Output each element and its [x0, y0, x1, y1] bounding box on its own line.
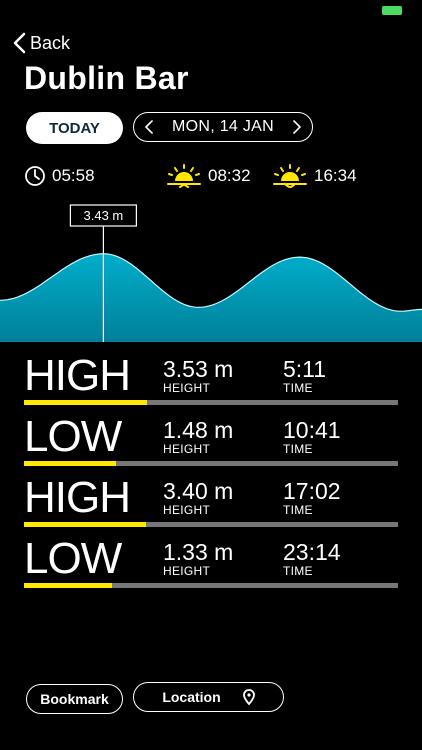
date-selector: MON, 14 JAN — [133, 112, 313, 142]
tide-time-label: TIME — [283, 564, 313, 578]
sunset-value: 16:34 — [314, 166, 357, 185]
tide-height: 1.33 m — [163, 539, 234, 565]
battery-icon — [382, 6, 402, 15]
tide-time-label: TIME — [283, 503, 313, 517]
tide-height: 3.40 m — [163, 478, 234, 504]
tide-level-fill — [24, 583, 112, 588]
bookmark-button[interactable]: Bookmark — [26, 684, 123, 714]
page-title: Dublin Bar — [24, 60, 189, 96]
cursor-label: 3.43 m — [84, 208, 124, 223]
tide-level-bar — [24, 522, 398, 527]
tide-height: 1.48 m — [163, 417, 234, 443]
today-button[interactable]: TODAY — [26, 112, 123, 144]
current-time: 05:58 — [24, 162, 95, 190]
tide-area — [0, 253, 422, 342]
tide-height: 3.53 m — [163, 356, 234, 382]
previous-day-button[interactable] — [144, 119, 154, 135]
chevron-left-icon — [145, 120, 153, 134]
tide-type: HIGH — [24, 351, 131, 400]
tide-time: 23:14 — [283, 539, 341, 565]
tide-level-bar — [24, 461, 398, 466]
tide-time-label: TIME — [283, 381, 313, 395]
tide-height-label: HEIGHT — [163, 503, 211, 517]
sunset-icon — [273, 164, 307, 188]
tide-level-fill — [24, 522, 146, 527]
tide-height-label: HEIGHT — [163, 381, 211, 395]
chevron-left-icon — [13, 32, 26, 54]
back-button[interactable]: Back — [12, 32, 70, 54]
sunset-time: 16:34 — [272, 162, 357, 190]
tide-type: HIGH — [24, 473, 131, 522]
date-label: MON, 14 JAN — [172, 118, 274, 135]
tide-level-fill — [24, 400, 148, 405]
chevron-right-icon — [293, 120, 301, 134]
tide-height-label: HEIGHT — [163, 564, 211, 578]
tide-time: 17:02 — [283, 478, 341, 504]
map-pin-icon — [242, 689, 255, 705]
location-label: Location — [162, 689, 221, 705]
tide-level-bar — [24, 583, 398, 588]
current-time-value: 05:58 — [52, 166, 95, 185]
tide-level-bar — [24, 400, 398, 405]
tide-row[interactable]: LOW 1.33 m HEIGHT 23:14 TIME — [24, 537, 398, 597]
sunrise-time: 08:32 — [166, 162, 251, 190]
tide-row[interactable]: LOW 1.48 m HEIGHT 10:41 TIME — [24, 415, 398, 475]
tide-chart-svg: 3.43 m — [0, 204, 422, 342]
sunrise-icon — [167, 164, 201, 188]
tide-height-label: HEIGHT — [163, 442, 211, 456]
tide-chart[interactable]: 3.43 m — [0, 200, 422, 342]
day-info: 05:58 08:32 16:34 — [24, 162, 404, 190]
back-label: Back — [30, 32, 71, 53]
tide-type: LOW — [24, 412, 122, 461]
tide-row[interactable]: HIGH 3.53 m HEIGHT 5:11 TIME — [24, 354, 398, 414]
tide-time-label: TIME — [283, 442, 313, 456]
sunrise-value: 08:32 — [208, 166, 251, 185]
tide-time: 10:41 — [283, 417, 341, 443]
tide-time: 5:11 — [283, 356, 327, 382]
tide-type: LOW — [24, 534, 122, 583]
clock-icon — [25, 166, 45, 186]
tide-level-fill — [24, 461, 116, 466]
tide-row[interactable]: HIGH 3.40 m HEIGHT 17:02 TIME — [24, 476, 398, 536]
location-button[interactable]: Location — [133, 682, 284, 712]
next-day-button[interactable] — [292, 119, 302, 135]
